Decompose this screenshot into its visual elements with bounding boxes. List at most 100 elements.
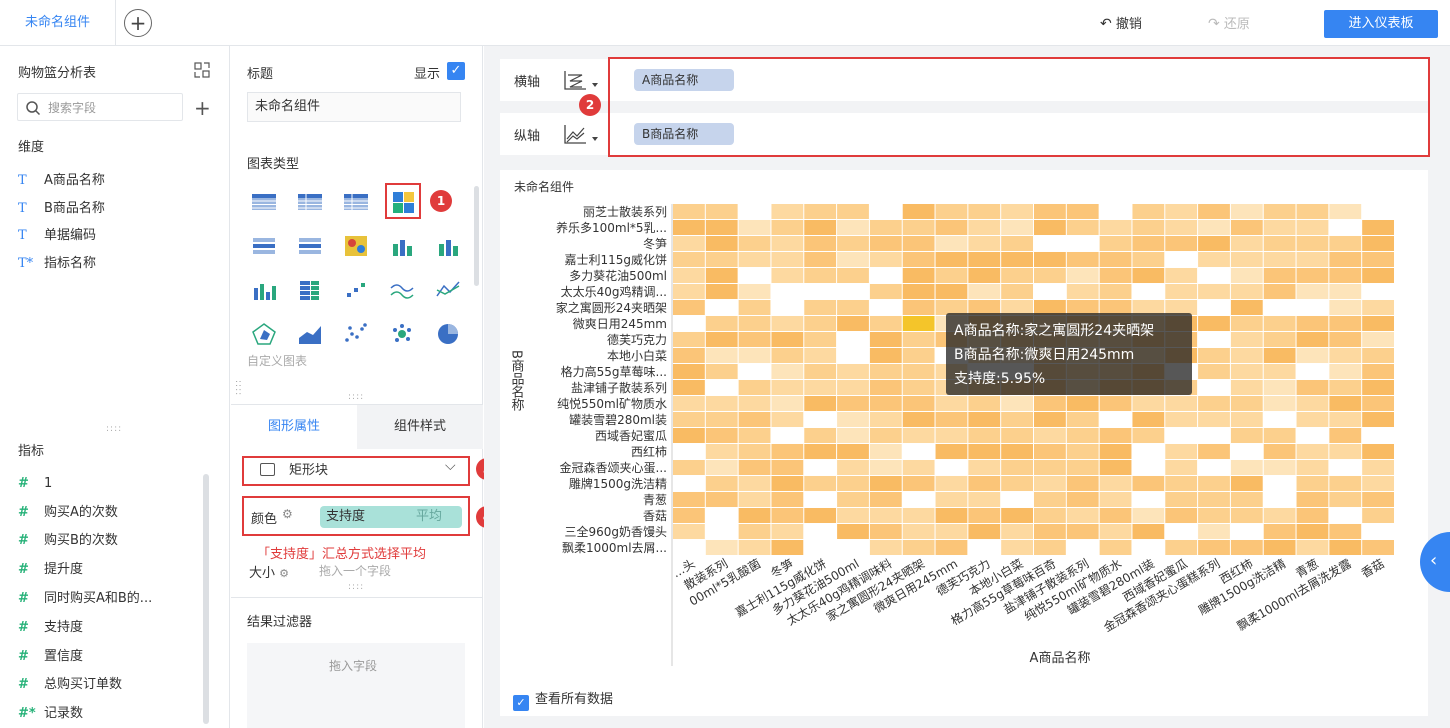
heatmap-cell[interactable] (1198, 268, 1230, 283)
heatmap-cell[interactable] (1263, 236, 1296, 251)
heatmap-cell[interactable] (1263, 396, 1296, 411)
heatmap-cell[interactable] (771, 508, 804, 523)
heatmap-cell[interactable] (673, 380, 705, 395)
heatmap-cell[interactable] (837, 412, 869, 427)
heatmap-cell[interactable] (1362, 444, 1394, 459)
heatmap-cell[interactable] (869, 252, 902, 267)
heatmap-cell[interactable] (673, 220, 705, 235)
heatmap-cell[interactable] (1329, 540, 1362, 555)
heatmap-cell[interactable] (1099, 476, 1132, 491)
heatmap-cell[interactable] (804, 380, 837, 395)
heatmap-cell[interactable] (869, 460, 902, 475)
heatmap-cell[interactable] (738, 444, 771, 459)
heatmap-cell[interactable] (804, 412, 837, 427)
heatmap-cell[interactable] (705, 300, 738, 315)
heatmap-cell[interactable] (935, 252, 968, 267)
heatmap-cell[interactable] (1263, 460, 1296, 475)
heatmap-cell[interactable] (1132, 428, 1165, 443)
heatmap-cell[interactable] (1198, 508, 1230, 523)
tab-component[interactable]: 未命名组件 (0, 0, 116, 46)
heatmap-cell[interactable] (935, 492, 968, 507)
heatmap-cell[interactable] (902, 316, 935, 331)
heatmap-cell[interactable] (869, 412, 902, 427)
heatmap-cell[interactable] (968, 284, 1001, 299)
heat-area-icon[interactable] (345, 236, 367, 256)
heatmap-cell[interactable] (771, 316, 804, 331)
heatmap-cell[interactable] (1296, 300, 1329, 315)
heatmap-cell[interactable] (935, 236, 968, 251)
heatmap-cell[interactable] (673, 412, 705, 427)
heatmap-cell[interactable] (1165, 444, 1198, 459)
heatmap-cell[interactable] (1296, 380, 1329, 395)
heatmap-cell[interactable] (1001, 524, 1033, 539)
heatmap-cell[interactable] (1329, 380, 1362, 395)
heatmap-cell[interactable] (837, 316, 869, 331)
heatmap-cell[interactable] (1132, 204, 1165, 219)
heatmap-cell[interactable] (837, 268, 869, 283)
heatmap-cell[interactable] (1263, 204, 1296, 219)
heatmap-cell[interactable] (673, 236, 705, 251)
enter-dashboard-button[interactable]: 进入仪表板 (1324, 10, 1438, 38)
heatmap-cell[interactable] (738, 508, 771, 523)
heatmap-cell[interactable] (771, 236, 804, 251)
heatmap-cell[interactable] (837, 476, 869, 491)
heatmap-cell[interactable] (1034, 524, 1066, 539)
heatmap-cell[interactable] (1329, 300, 1362, 315)
heatmap-cell[interactable] (705, 460, 738, 475)
heatmap-cell[interactable] (1034, 204, 1066, 219)
heatmap-cell[interactable] (738, 524, 771, 539)
heatmap-cell[interactable] (1198, 204, 1230, 219)
dimension-item[interactable]: T* 指标名称 (18, 253, 96, 275)
heatmap-cell[interactable] (837, 300, 869, 315)
heatmap-cell[interactable] (1263, 444, 1296, 459)
heatmap-cell[interactable] (935, 460, 968, 475)
heatmap-cell[interactable] (1329, 444, 1362, 459)
heatmap-cell[interactable] (1066, 204, 1099, 219)
heatmap-cell[interactable] (935, 428, 968, 443)
heatmap-cell[interactable] (935, 508, 968, 523)
kpi-table-icon[interactable] (253, 238, 275, 254)
heatmap-cell[interactable] (673, 348, 705, 363)
heatmap-cell[interactable] (1296, 364, 1329, 379)
heatmap-cell[interactable] (738, 380, 771, 395)
heatmap-cell[interactable] (804, 428, 837, 443)
heatmap-cell[interactable] (1001, 508, 1033, 523)
heatmap-cell[interactable] (804, 236, 837, 251)
heatmap-cell[interactable] (705, 492, 738, 507)
heatmap-cell[interactable] (837, 396, 869, 411)
heatmap-cell[interactable] (935, 268, 968, 283)
heatmap-cell[interactable] (705, 540, 738, 555)
heatmap-cell[interactable] (1099, 524, 1132, 539)
heatmap-cell[interactable] (1001, 252, 1033, 267)
heatmap-cell[interactable] (837, 444, 869, 459)
heatmap-cell[interactable] (1329, 348, 1362, 363)
heatmap-cell[interactable] (1263, 332, 1296, 347)
heatmap-cell[interactable] (1263, 300, 1296, 315)
heatmap-cell[interactable] (902, 524, 935, 539)
heatmap-cell[interactable] (1001, 492, 1033, 507)
heatmap-cell[interactable] (1066, 252, 1099, 267)
heatmap-cell[interactable] (1132, 268, 1165, 283)
heatmap-cell[interactable] (1263, 380, 1296, 395)
heatmap-cell[interactable] (1099, 508, 1132, 523)
grouped-bar-icon[interactable] (439, 240, 458, 256)
heatmap-cell[interactable] (1198, 412, 1230, 427)
tab-shape-properties[interactable]: 图形属性 (231, 405, 357, 449)
heatmap-cell[interactable] (673, 316, 705, 331)
heatmap-cell[interactable] (902, 332, 935, 347)
heatmap-cell[interactable] (738, 220, 771, 235)
heatmap-cell[interactable] (1198, 316, 1230, 331)
heatmap-cell[interactable] (1329, 204, 1362, 219)
heatmap-cell[interactable] (1329, 524, 1362, 539)
heatmap-cell[interactable] (1034, 252, 1066, 267)
heatmap-cell[interactable] (1099, 492, 1132, 507)
heatmap-cell[interactable] (935, 204, 968, 219)
heatmap-cell[interactable] (1165, 540, 1198, 555)
heatmap-cell[interactable] (1034, 236, 1066, 251)
heatmap-cell[interactable] (902, 396, 935, 411)
heatmap-cell[interactable] (673, 540, 705, 555)
heatmap-cell[interactable] (705, 476, 738, 491)
heatmap-cell[interactable] (1230, 252, 1263, 267)
heatmap-cell[interactable] (804, 396, 837, 411)
heatmap-cell[interactable] (705, 380, 738, 395)
